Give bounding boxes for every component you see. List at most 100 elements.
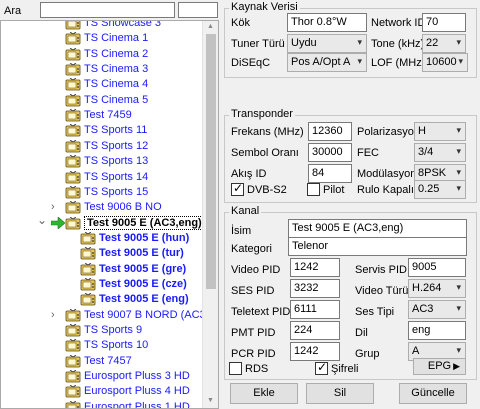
- epg-button[interactable]: EPG ▶: [413, 358, 466, 375]
- collapse-icon[interactable]: ⌄: [37, 213, 47, 227]
- pmt-pid-field[interactable]: 224: [290, 321, 340, 340]
- tv-channel-icon: [65, 185, 81, 199]
- tree-item[interactable]: Eurosport Pluss 4 HD: [1, 384, 203, 399]
- stream-id-field[interactable]: 84: [308, 164, 352, 183]
- tree-vertical-scrollbar[interactable]: ▲ ▼: [202, 21, 218, 408]
- chevron-down-icon: ▾: [456, 125, 461, 135]
- tree-item[interactable]: TS Sports 14: [1, 170, 203, 185]
- tree-item[interactable]: TS Sports 15: [1, 185, 203, 200]
- frequency-field[interactable]: 12360: [308, 122, 352, 141]
- tv-channel-icon: [65, 78, 81, 91]
- tree-item[interactable]: TS Sports 12: [1, 139, 203, 154]
- chevron-down-icon: ▾: [456, 345, 461, 355]
- tree-item[interactable]: Test 9005 E (hun): [1, 231, 203, 246]
- video-type-select[interactable]: H.264 ▾: [408, 279, 466, 298]
- teletext-pid-field[interactable]: 6111: [290, 300, 340, 319]
- tone-select[interactable]: 22 ▾: [422, 34, 466, 53]
- tree-item[interactable]: TS Sports 11: [1, 123, 203, 138]
- tree-item[interactable]: TS Sports 13: [1, 154, 203, 169]
- tree-item[interactable]: Eurosport Pluss 1 HD: [1, 400, 203, 409]
- tuner-type-select[interactable]: Uydu ▾: [287, 34, 367, 53]
- encrypted-checkbox[interactable]: ✓: [315, 361, 328, 375]
- tree-item-label: Test 9005 E (cze): [99, 277, 187, 290]
- rds-checkbox[interactable]: [229, 362, 242, 375]
- chevron-down-icon: ▾: [456, 146, 461, 156]
- lof-select[interactable]: 10600 ▾: [422, 53, 468, 72]
- tree-item[interactable]: TS Showcase 3: [1, 21, 203, 31]
- tv-channel-icon: [65, 385, 81, 398]
- search-input[interactable]: [40, 2, 175, 18]
- channel-tree[interactable]: TS Showcase 3 TS Cinema 1 TS Cinema 2 TS Ci…: [0, 20, 219, 409]
- tree-item[interactable]: Test 9005 E (eng): [1, 292, 203, 307]
- tree-item[interactable]: TS Cinema 1: [1, 31, 203, 46]
- tree-item[interactable]: TS Cinema 2: [1, 47, 203, 62]
- video-type-value: H.264: [412, 282, 442, 294]
- tree-item[interactable]: Test 7459: [1, 108, 203, 123]
- video-pid-label: Video PID: [231, 264, 281, 276]
- scroll-down-icon[interactable]: ▼: [207, 397, 214, 404]
- rolloff-label: Rulo Kapalı: [357, 184, 414, 196]
- language-field[interactable]: eng: [408, 321, 466, 340]
- tree-item-label: Test 7457: [84, 354, 132, 367]
- tree-item[interactable]: › Test 9007 B NORD (AC3): [1, 308, 203, 323]
- symbol-rate-field[interactable]: 30000: [308, 143, 352, 162]
- audio-pid-field[interactable]: 3232: [290, 279, 340, 298]
- search-filter-input[interactable]: [178, 2, 218, 18]
- rolloff-select[interactable]: 0.25 ▾: [414, 180, 466, 199]
- tree-item[interactable]: TS Sports 10: [1, 338, 203, 353]
- tree-item-label: TS Sports 13: [84, 155, 149, 168]
- dvb-s2-checkbox[interactable]: ✓: [231, 182, 244, 196]
- audio-type-select[interactable]: AC3 ▾: [408, 300, 466, 319]
- delete-button[interactable]: Sil: [306, 383, 374, 404]
- diseqc-select[interactable]: Pos A/Opt A ▾: [287, 53, 367, 72]
- tree-item[interactable]: Eurosport Pluss 3 HD: [1, 369, 203, 384]
- pilot-checkbox[interactable]: [307, 183, 320, 196]
- name-field[interactable]: Test 9005 E (AC3,eng): [288, 219, 467, 238]
- tree-item[interactable]: TS Cinema 5: [1, 93, 203, 108]
- tv-channel-icon: [65, 139, 81, 153]
- service-pid-field[interactable]: 9005: [408, 258, 466, 277]
- tree-item-label: TS Cinema 3: [84, 63, 149, 76]
- tree-item[interactable]: Test 9005 E (gre): [1, 262, 203, 277]
- root-field[interactable]: Thor 0.8°W: [287, 13, 367, 32]
- tree-item[interactable]: TS Cinema 4: [1, 77, 203, 92]
- tree-item[interactable]: TS Cinema 3: [1, 62, 203, 77]
- pcr-pid-field[interactable]: 1242: [290, 342, 340, 361]
- tv-channel-icon: [65, 200, 81, 214]
- diseqc-value: Pos A/Opt A: [291, 56, 351, 68]
- video-pid-field[interactable]: 1242: [290, 258, 340, 277]
- scroll-up-icon[interactable]: ▲: [207, 23, 214, 30]
- scroll-thumb[interactable]: [206, 34, 216, 289]
- chevron-down-icon: ▾: [456, 282, 461, 292]
- network-id-field[interactable]: 70: [422, 13, 466, 32]
- expand-icon[interactable]: ›: [51, 201, 55, 213]
- tree-item[interactable]: Test 9005 E (tur): [1, 246, 203, 261]
- expand-icon[interactable]: ›: [51, 309, 55, 321]
- update-button[interactable]: Güncelle: [399, 383, 467, 404]
- tree-item[interactable]: ⌄ Test 9005 E (AC3,eng): [1, 213, 203, 231]
- category-field[interactable]: Telenor: [288, 237, 467, 256]
- network-id-label: Network ID: [371, 17, 426, 29]
- tree-item[interactable]: TS Sports 9: [1, 323, 203, 338]
- chevron-down-icon: ▾: [456, 37, 461, 47]
- name-label: İsim: [231, 225, 252, 237]
- lof-label: LOF (MHz): [371, 57, 426, 69]
- diseqc-label: DiSEqC: [231, 57, 271, 69]
- tree-item-label: Eurosport Pluss 1 HD: [84, 400, 190, 409]
- polarization-select[interactable]: H ▾: [414, 122, 466, 141]
- stream-id-label: Akış ID: [231, 168, 267, 180]
- service-pid-label: Servis PID: [355, 264, 407, 276]
- fec-label: FEC: [357, 147, 379, 159]
- tv-channel-icon: [80, 277, 96, 291]
- tone-value: 22: [426, 37, 439, 49]
- fec-select[interactable]: 3/4 ▾: [414, 143, 466, 162]
- add-button[interactable]: Ekle: [230, 383, 298, 404]
- tree-item-label: Test 9006 B NO: [84, 201, 162, 214]
- tree-item[interactable]: › Test 9006 B NO: [1, 200, 203, 215]
- tree-item[interactable]: Test 9005 E (cze): [1, 277, 203, 292]
- encrypted-label: Şifreli: [331, 363, 359, 375]
- tree-item[interactable]: Test 7457: [1, 354, 203, 369]
- tv-channel-icon: [80, 292, 96, 306]
- language-label: Dil: [355, 327, 368, 339]
- epg-button-label: EPG: [427, 360, 452, 372]
